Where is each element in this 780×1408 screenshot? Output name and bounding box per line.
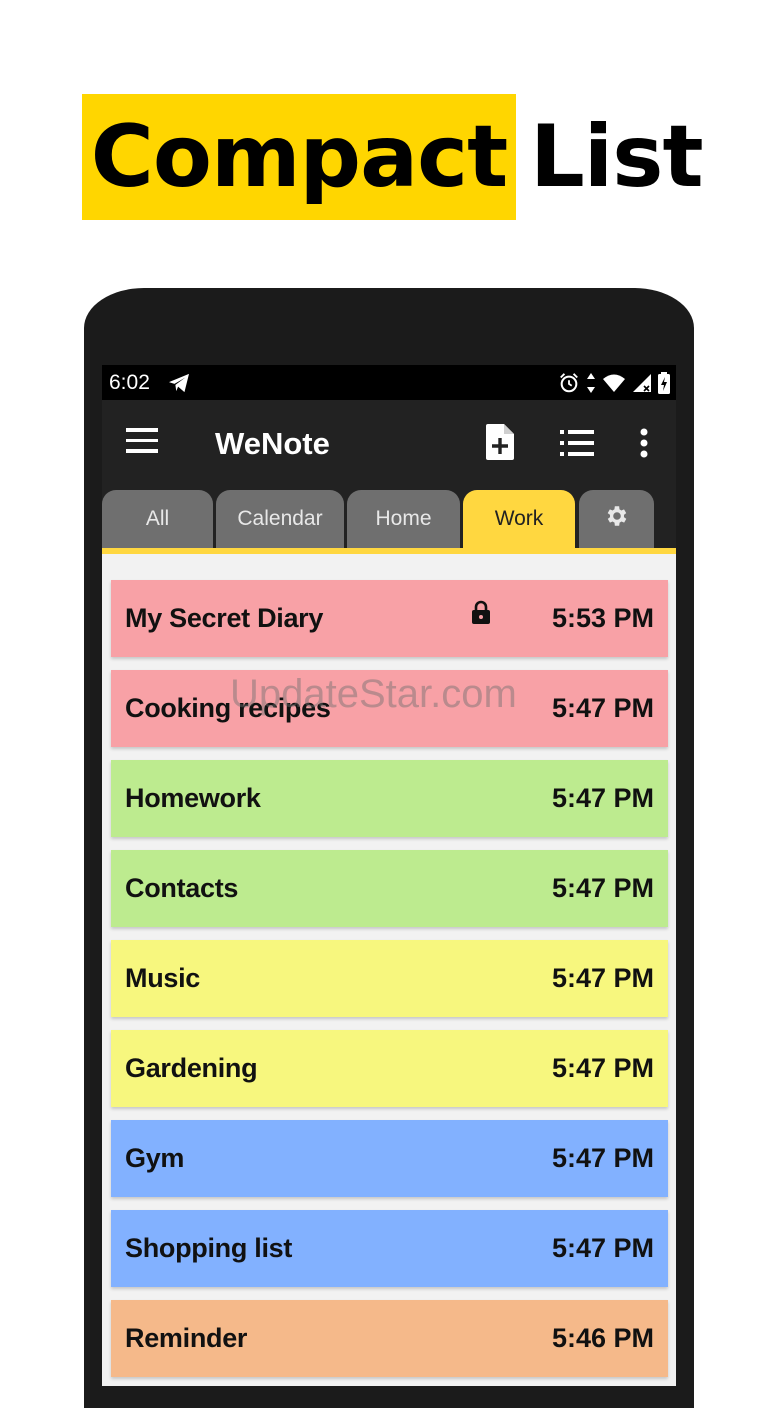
alarm-icon	[558, 372, 580, 394]
note-title: Shopping list	[125, 1233, 293, 1263]
tab-settings[interactable]	[579, 490, 654, 548]
note-time: 5:47 PM	[551, 783, 654, 813]
tab-home-label: Home	[375, 507, 432, 530]
lock-icon	[471, 600, 491, 629]
status-time: 6:02	[109, 370, 150, 394]
tab-home[interactable]: Home	[347, 490, 460, 548]
more-vert-icon[interactable]	[640, 428, 648, 463]
signal-icon	[632, 373, 652, 393]
note-item[interactable]: Shopping list 5:47 PM	[111, 1210, 668, 1287]
note-item[interactable]: Music 5:47 PM	[111, 940, 668, 1017]
list-view-icon[interactable]	[560, 430, 594, 461]
gear-icon	[604, 503, 630, 535]
data-arrows-icon	[586, 372, 596, 394]
note-title: Reminder	[125, 1323, 248, 1353]
notes-list: My Secret Diary 5:53 PM Cooking recipes …	[102, 554, 676, 1386]
wifi-icon	[602, 373, 626, 393]
note-title: Cooking recipes	[125, 693, 331, 723]
note-title: Gym	[125, 1143, 185, 1173]
note-item[interactable]: Gardening 5:47 PM	[111, 1030, 668, 1107]
note-item[interactable]: Contacts 5:47 PM	[111, 850, 668, 927]
app-title: WeNote	[215, 426, 330, 461]
headline-plain-word: List	[530, 107, 704, 207]
new-note-icon[interactable]	[486, 424, 514, 465]
note-time: 5:53 PM	[551, 603, 654, 633]
status-bar: 6:02	[102, 365, 676, 400]
note-item[interactable]: Reminder 5:46 PM	[111, 1300, 668, 1377]
note-time: 5:47 PM	[551, 873, 654, 903]
status-icons	[558, 365, 670, 400]
note-time: 5:47 PM	[551, 1233, 654, 1263]
note-item[interactable]: Homework 5:47 PM	[111, 760, 668, 837]
note-time: 5:47 PM	[551, 1143, 654, 1173]
headline-highlight-word: Compact	[90, 107, 508, 207]
note-time: 5:47 PM	[551, 1053, 654, 1083]
note-title: My Secret Diary	[125, 603, 324, 633]
note-item[interactable]: Gym 5:47 PM	[111, 1120, 668, 1197]
note-title: Homework	[125, 783, 261, 813]
app-bar: WeNote	[102, 400, 676, 490]
tab-work[interactable]: Work	[463, 490, 575, 548]
headline: Compact List	[82, 94, 704, 220]
note-item[interactable]: Cooking recipes 5:47 PM	[111, 670, 668, 747]
menu-icon[interactable]	[126, 428, 162, 462]
tab-all-label: All	[145, 507, 170, 530]
battery-charging-icon	[658, 371, 670, 394]
note-time: 5:46 PM	[551, 1323, 654, 1353]
note-time: 5:47 PM	[551, 693, 654, 723]
note-title: Music	[125, 963, 201, 993]
telegram-icon	[168, 373, 190, 393]
tab-calendar-label: Calendar	[237, 507, 323, 530]
tab-all[interactable]: All	[102, 490, 213, 548]
tab-work-label: Work	[494, 507, 544, 530]
headline-highlight-box: Compact	[82, 94, 516, 220]
phone-screen: 6:02 WeNote All Calendar Home Work My Se…	[102, 365, 676, 1386]
note-title: Contacts	[125, 873, 239, 903]
tab-calendar[interactable]: Calendar	[216, 490, 344, 548]
note-time: 5:47 PM	[551, 963, 654, 993]
note-item[interactable]: My Secret Diary 5:53 PM	[111, 580, 668, 657]
tab-bar: All Calendar Home Work	[102, 490, 676, 548]
note-title: Gardening	[125, 1053, 258, 1083]
